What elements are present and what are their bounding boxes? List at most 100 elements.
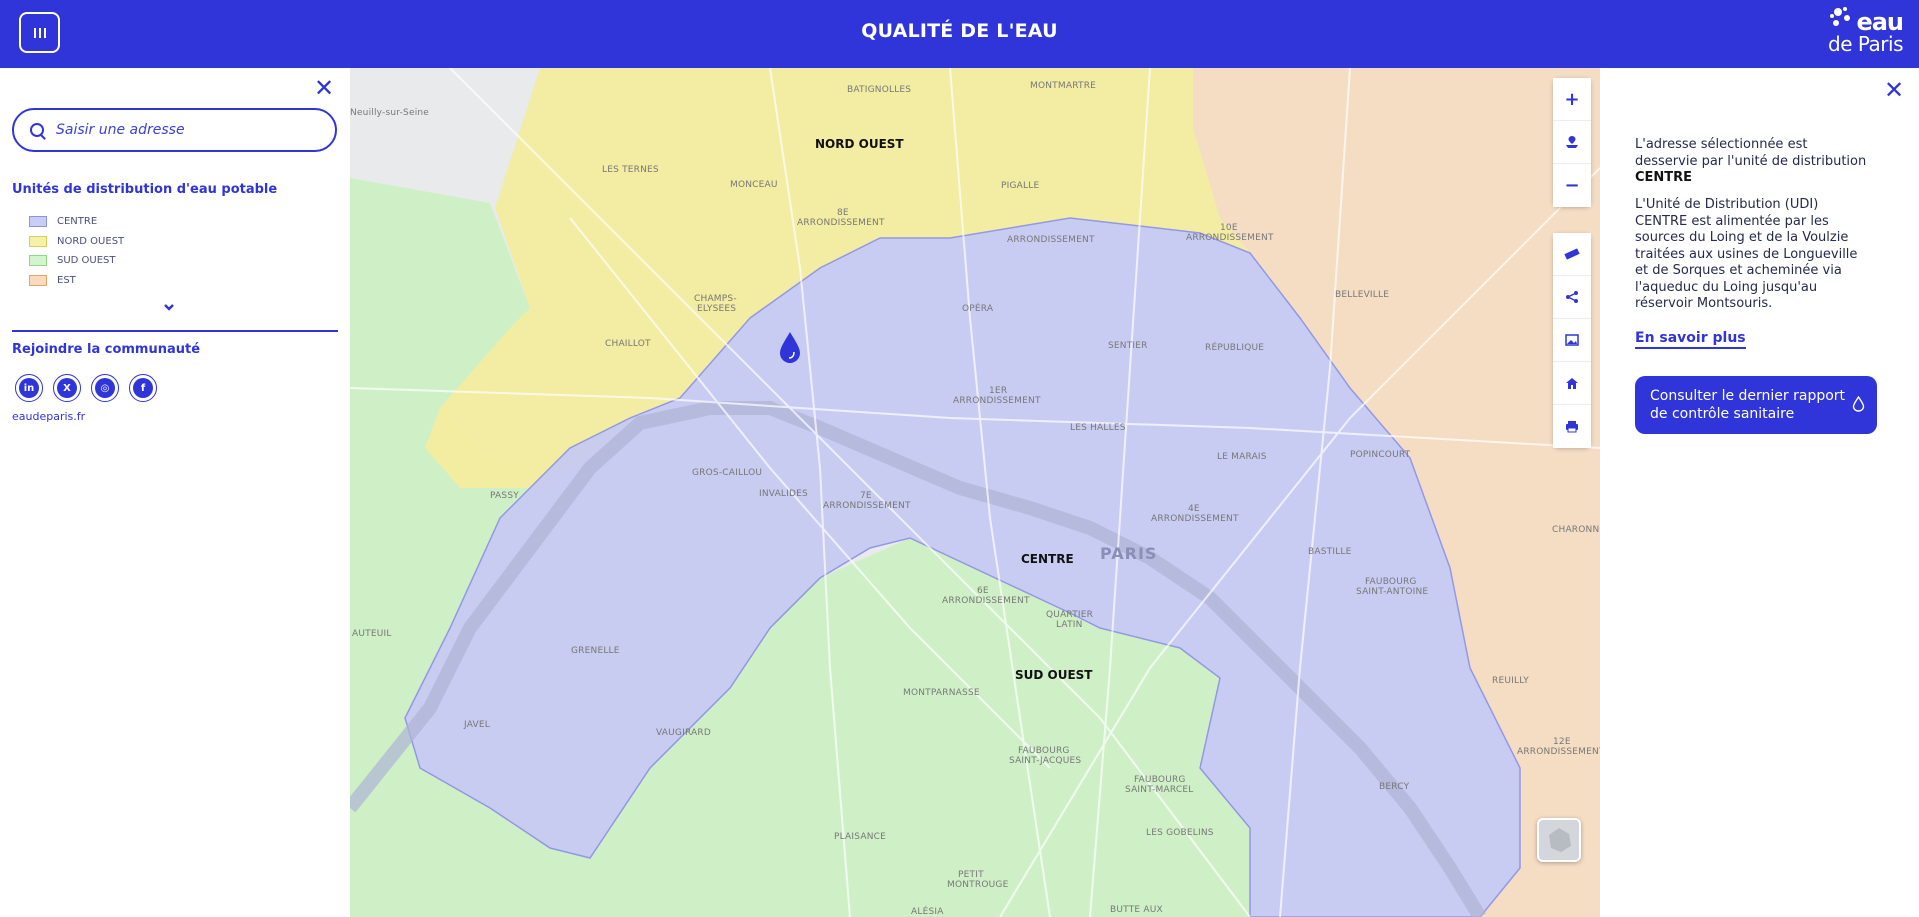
eau-de-paris-logo[interactable]: eau de Paris [1825,4,1905,60]
legend-swatch [29,255,47,267]
place-label: OPÉRA [962,304,994,314]
eaudeparis-link[interactable]: eaudeparis.fr [12,410,85,423]
udi-description: L'Unité de Distribution (UDI) CENTRE est… [1635,197,1858,311]
logo-drops-icon [1830,7,1850,26]
home-icon [1566,377,1578,389]
x-button[interactable]: X [53,374,81,402]
linkedin-button[interactable]: in [15,374,43,402]
place-label: PETIT [958,870,984,880]
share-button[interactable] [1553,276,1591,319]
legend-label: SUD OUEST [57,255,116,267]
left-panel: ✕ Unités de distribution d'eau potable C… [0,68,350,917]
selection-intro: L'adresse sélectionnée est desservie par… [1635,137,1870,187]
facebook-button[interactable]: f [129,374,157,402]
place-label: ALÉSIA [911,907,944,917]
place-label: ARRONDISSEMENT [953,396,1041,406]
logo-text-line1: eau [1856,8,1904,36]
place-label: REUILLY [1492,676,1529,686]
close-left-panel-icon[interactable]: ✕ [314,76,334,100]
place-label: RÉPUBLIQUE [1205,343,1265,353]
place-label: ARRONDISSEMENT [1517,747,1600,757]
legend-swatch [29,216,47,228]
menu-bar-icon [43,27,46,38]
measure-button[interactable] [1553,233,1591,276]
basemap-switch-button[interactable] [1537,818,1581,862]
divider [12,330,338,332]
place-label: BUTTE AUX [1110,905,1163,915]
search-icon [30,123,44,137]
legend-swatch [29,235,47,247]
zone-label-sud-ouest: SUD OUEST [1015,668,1093,682]
menu-bar-icon [38,27,41,38]
selection-intro-text: L'adresse sélectionnée est desservie par… [1635,137,1867,169]
place-label: LATIN [1056,620,1083,630]
chevron-down-icon[interactable] [162,300,176,314]
legend-label: CENTRE [57,216,98,228]
close-right-panel-icon[interactable]: ✕ [1884,78,1904,102]
place-label: MONCEAU [730,180,778,190]
right-panel: ✕ L'adresse sélectionnée est desservie p… [1600,68,1919,917]
sanitary-report-button[interactable]: Consulter le dernier rapport de contrôle… [1635,376,1877,434]
menu-bar-icon [33,27,36,38]
place-label: CHAMPS- [694,294,737,304]
place-label: 6E [977,586,989,596]
place-label: BELLEVILLE [1335,290,1390,300]
address-search-input[interactable] [56,122,316,138]
place-label: SAINT-JACQUES [1009,756,1082,766]
home-button[interactable] [1553,362,1591,405]
sanitary-report-label: Consulter le dernier rapport de contrôle… [1650,388,1846,422]
place-label: 7E [860,491,872,501]
place-label: CHAILLOT [605,339,651,349]
place-label: ELYSEES [697,304,737,314]
place-label: BASTILLE [1308,547,1352,557]
place-label: JAVEL [464,720,490,730]
basemap-thumbnail-icon [1549,828,1571,852]
x-icon: X [57,378,77,398]
minus-icon: − [1564,175,1580,196]
place-label: ARRONDISSEMENT [1151,514,1239,524]
learn-more-link[interactable]: En savoir plus [1635,330,1746,349]
tool-controls [1553,233,1591,448]
instagram-button[interactable]: ◎ [91,374,119,402]
map-pin-icon [1566,136,1578,148]
print-icon [1566,421,1578,433]
place-label: PLAISANCE [834,832,886,842]
legend-title: Unités de distribution d'eau potable [12,182,278,197]
map-layers-button[interactable] [1553,121,1591,164]
place-label: QUARTIER [1046,610,1094,620]
place-label: FAUBOURG [1018,746,1070,756]
export-image-button[interactable] [1553,319,1591,362]
place-label: PASSY [490,491,519,501]
logo-text-line2: de Paris [1828,32,1903,56]
place-label: LES TERNES [602,165,659,175]
place-label: SAINT-MARCEL [1125,785,1194,795]
map[interactable]: NORD OUEST CENTRE SUD OUEST PARIS Neuill… [350,68,1600,917]
top-bar: QUALITÉ DE L'EAU eau de Paris [0,0,1919,68]
facebook-icon: f [133,378,153,398]
place-label: VAUGIRARD [656,728,711,738]
place-label: MONTROUGE [947,880,1009,890]
zoom-in-button[interactable]: + [1553,78,1591,121]
zoom-controls: + − [1553,78,1591,207]
place-label: CHARONNE [1552,525,1600,535]
community-title: Rejoindre la communauté [12,342,201,357]
place-label: BATIGNOLLES [847,85,912,95]
place-label: MONTPARNASSE [903,688,980,698]
page-title: QUALITÉ DE L'EAU [861,20,1058,42]
legend-item-centre: CENTRE [29,212,124,232]
menu-button[interactable] [19,12,60,53]
place-label: 8E [837,208,849,218]
plus-icon: + [1564,88,1580,110]
place-label: LES GOBELINS [1146,828,1214,838]
address-search[interactable] [12,108,337,152]
print-button[interactable] [1553,405,1591,448]
place-label: GRENELLE [571,646,620,656]
place-label: ARRONDISSEMENT [797,218,885,228]
zoom-out-button[interactable]: − [1553,164,1591,207]
place-label: PIGALLE [1001,181,1040,191]
place-label: ARRONDISSEMENT [823,501,911,511]
place-label: 12E [1553,737,1571,747]
place-label: 4E [1188,504,1200,514]
legend-item-est: EST [29,271,124,291]
legend-item-nord-ouest: NORD OUEST [29,232,124,252]
